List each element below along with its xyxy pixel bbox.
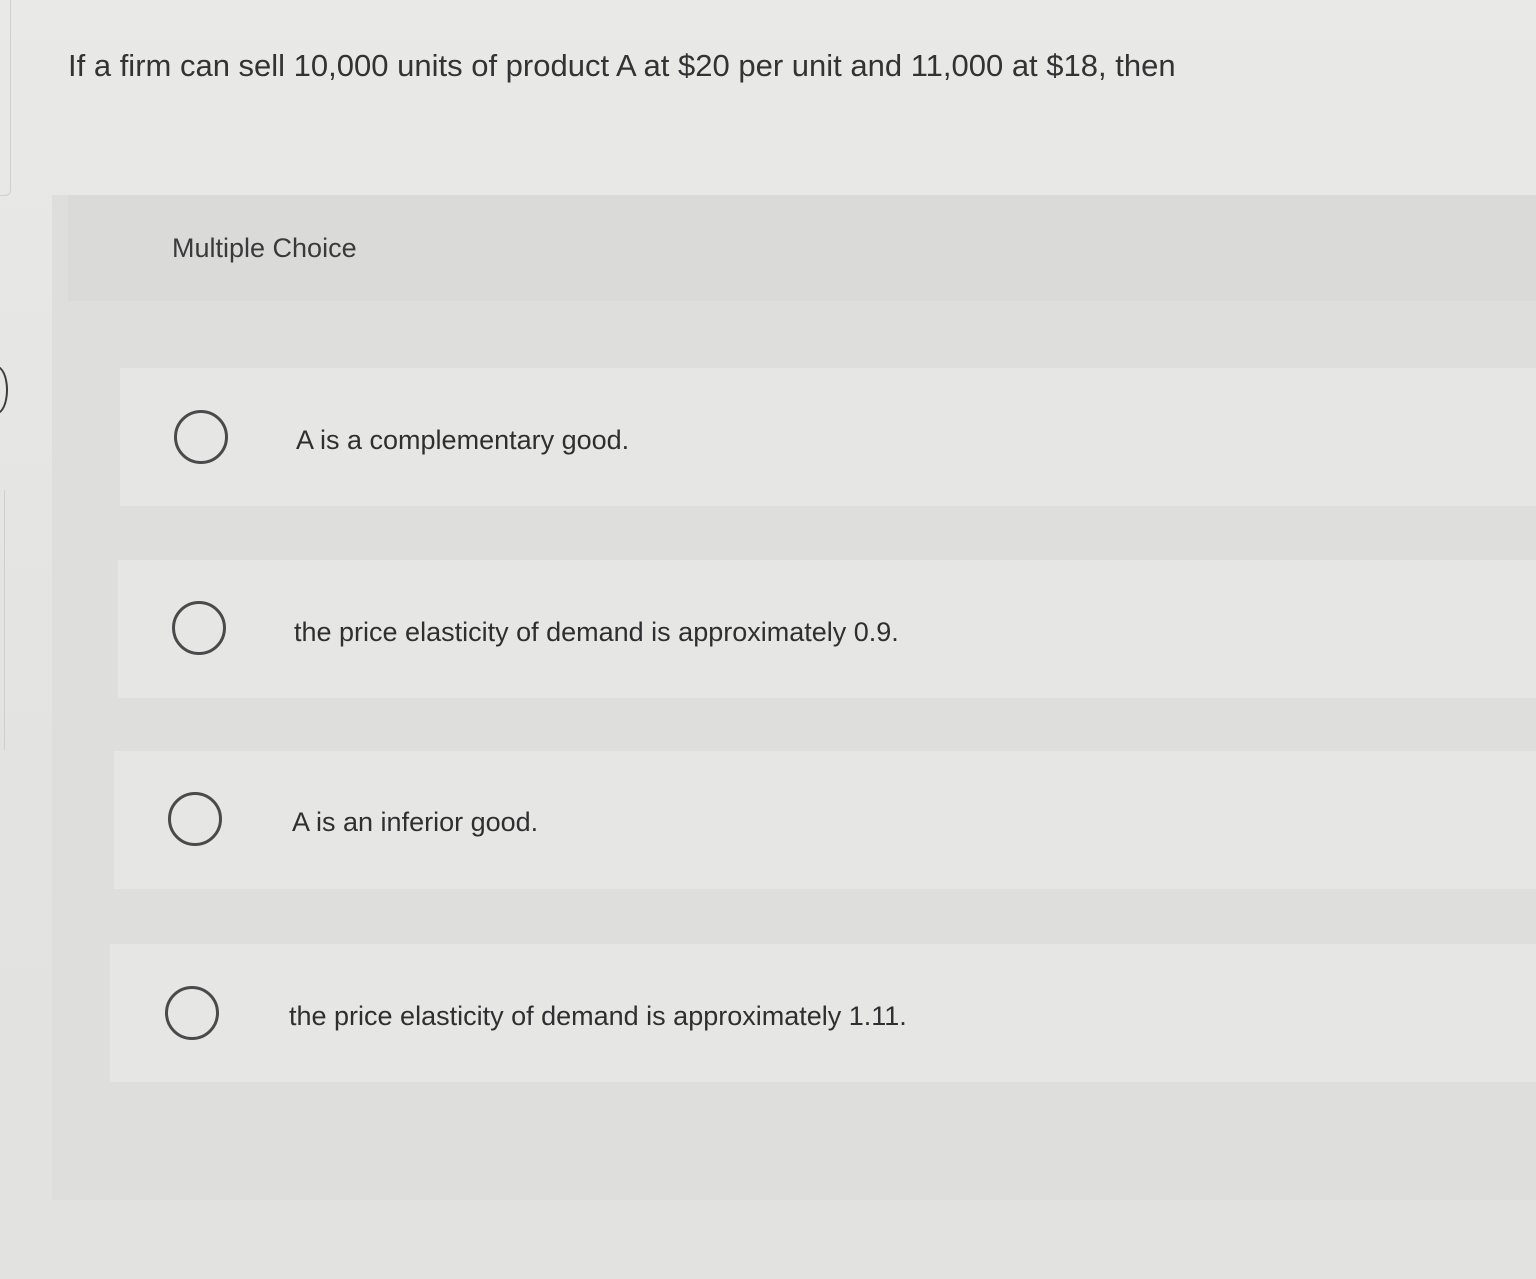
- answer-option-3[interactable]: A is an inferior good.: [114, 751, 1536, 889]
- answer-option-1[interactable]: A is a complementary good.: [120, 368, 1536, 506]
- radio-button-2[interactable]: [172, 601, 226, 655]
- left-panel-edge: [0, 0, 11, 196]
- left-edge-bracket: [0, 366, 8, 414]
- question-text: If a firm can sell 10,000 units of produ…: [68, 48, 1176, 83]
- radio-button-3[interactable]: [168, 792, 222, 846]
- left-panel-edge-lower: [0, 490, 5, 750]
- answer-option-4[interactable]: the price elasticity of demand is approx…: [110, 944, 1536, 1082]
- multiple-choice-header: Multiple Choice: [68, 195, 1536, 301]
- answer-option-3-label: A is an inferior good.: [292, 807, 539, 837]
- answer-option-4-label: the price elasticity of demand is approx…: [289, 1001, 907, 1031]
- answer-option-1-label: A is a complementary good.: [296, 425, 630, 455]
- multiple-choice-label: Multiple Choice: [172, 233, 357, 263]
- answer-option-2-label: the price elasticity of demand is approx…: [294, 617, 899, 647]
- radio-button-4[interactable]: [165, 986, 219, 1040]
- radio-button-1[interactable]: [174, 410, 228, 464]
- page: If a firm can sell 10,000 units of produ…: [0, 0, 1536, 1279]
- answer-option-2[interactable]: the price elasticity of demand is approx…: [118, 560, 1536, 698]
